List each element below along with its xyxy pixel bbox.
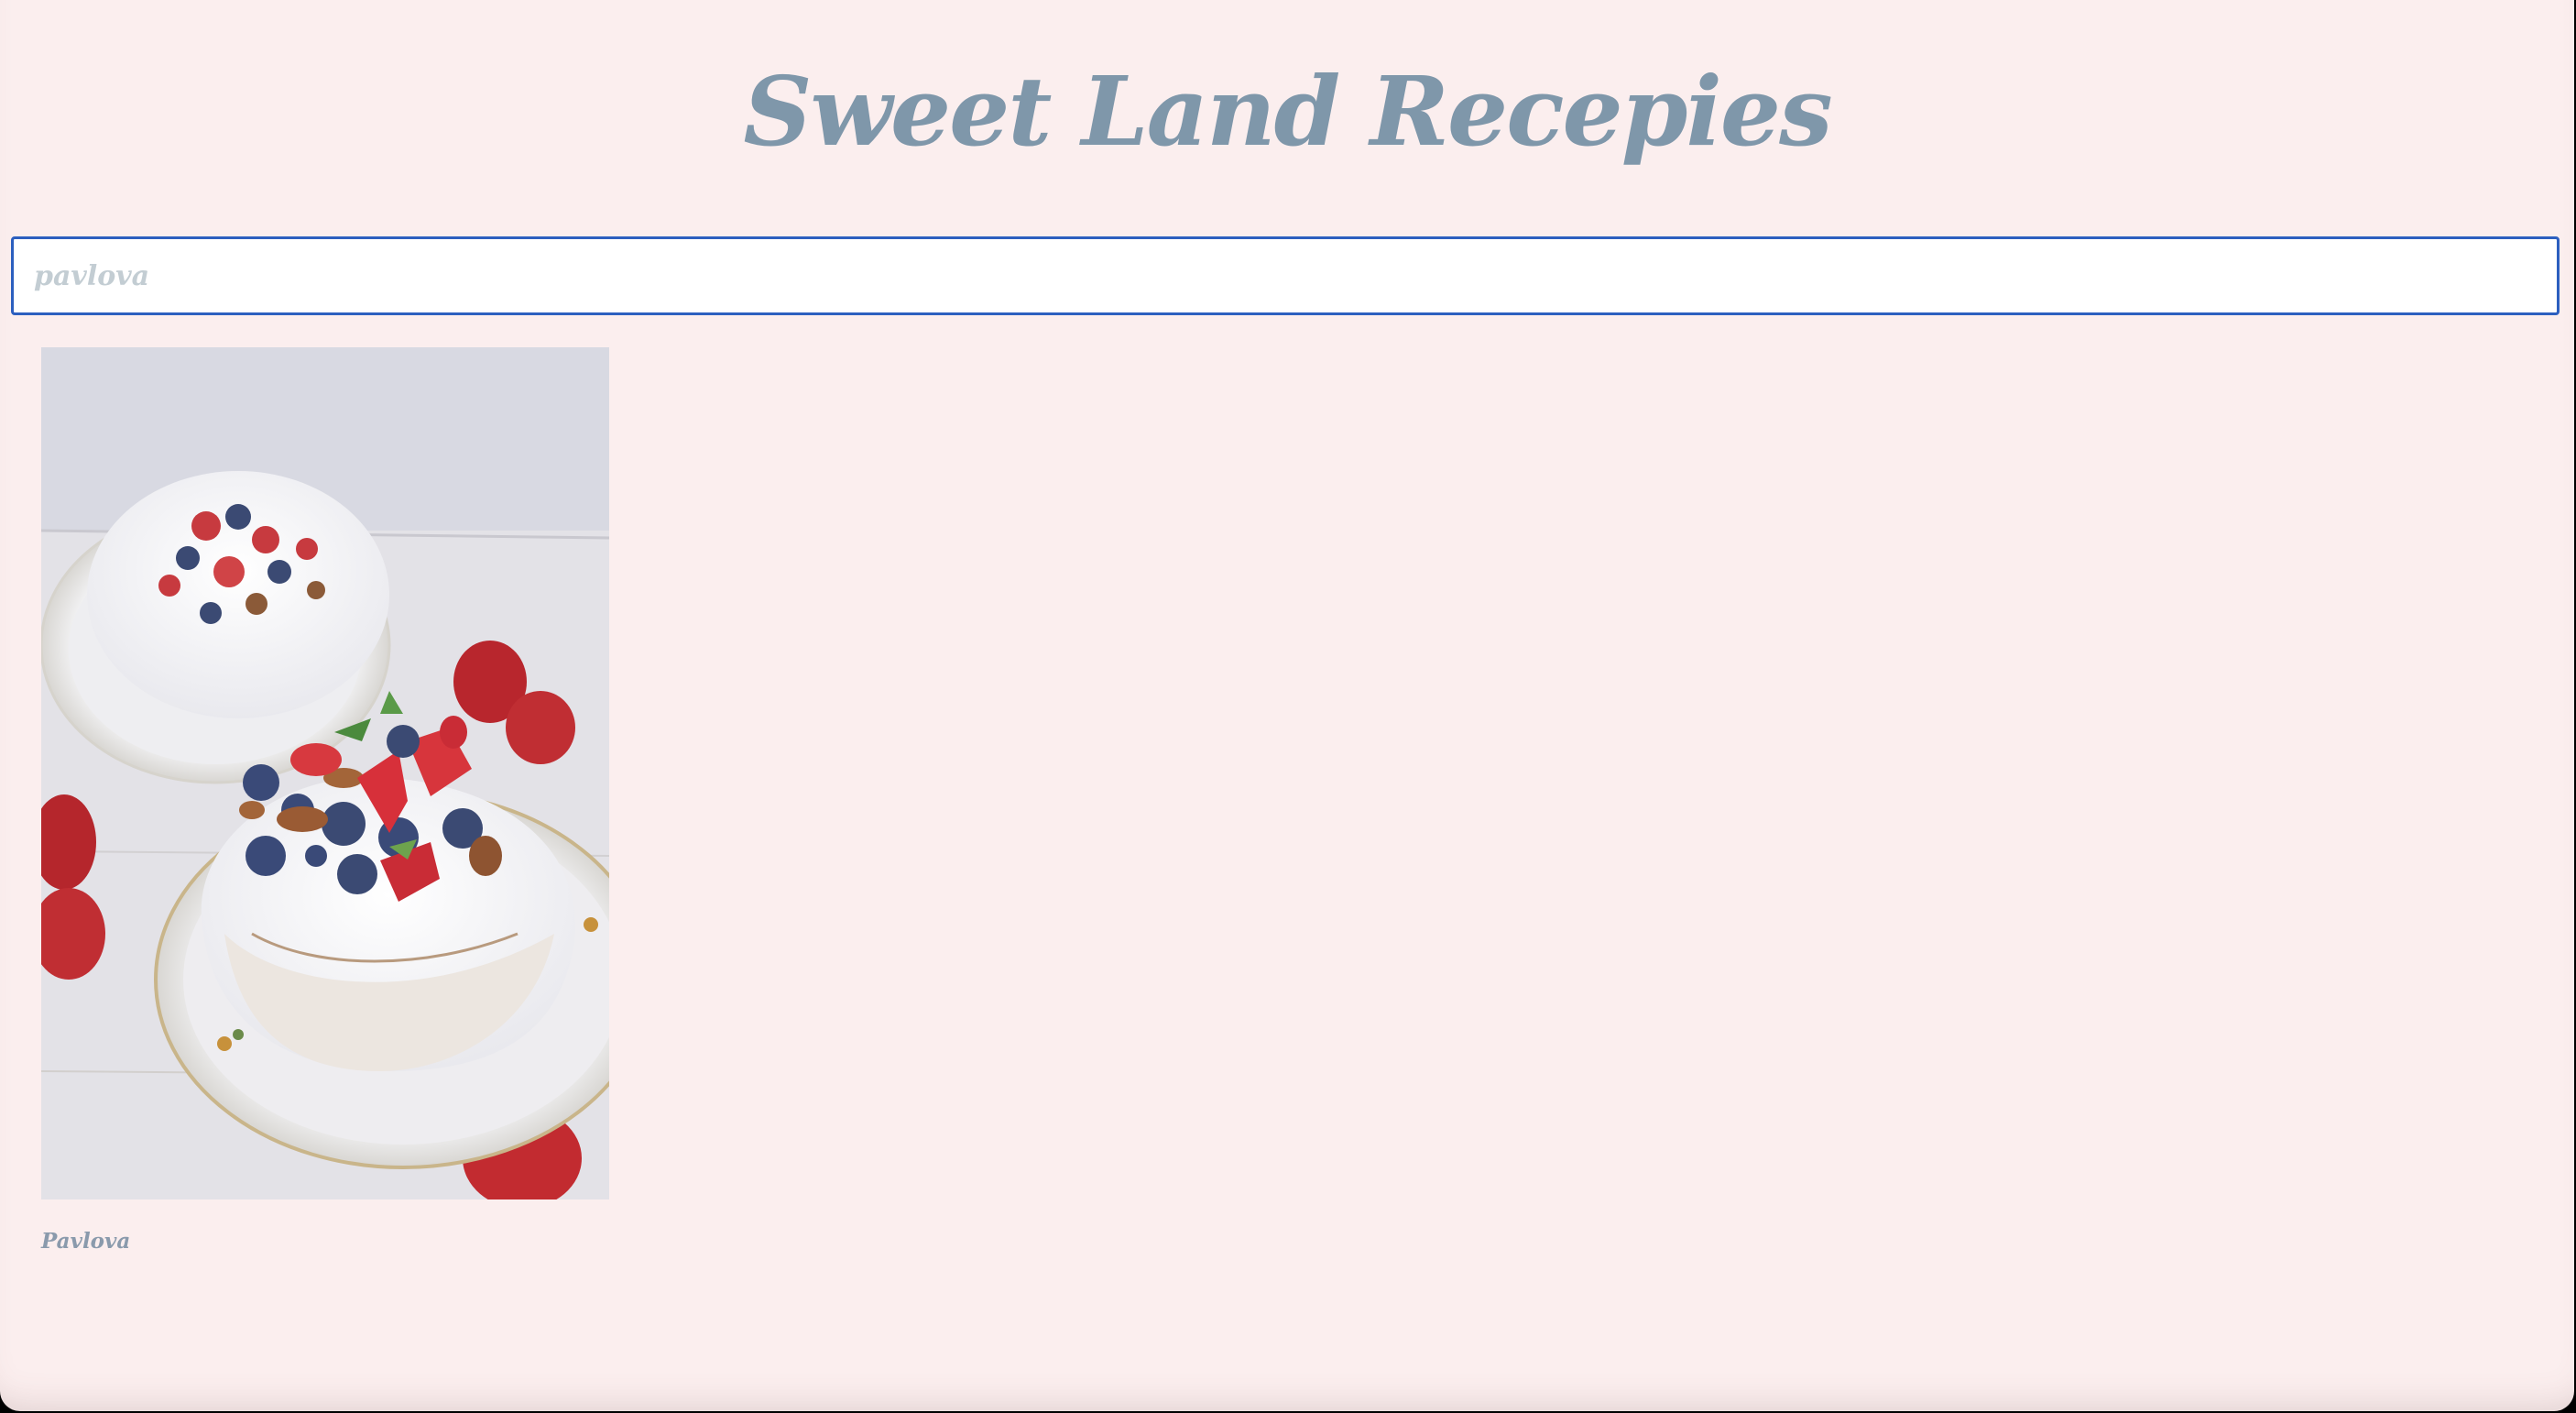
search-input[interactable] — [11, 236, 2560, 315]
recipe-photo[interactable] — [41, 347, 609, 1199]
page-title: Sweet Land Recepies — [743, 55, 1832, 168]
recipe-card[interactable]: Pavlova — [41, 347, 609, 1254]
pavlova-image — [41, 347, 609, 1199]
recipe-name[interactable]: Pavlova — [41, 1229, 609, 1254]
app-window: Sweet Land Recepies pavlova Pavlova — [0, 0, 2574, 1411]
